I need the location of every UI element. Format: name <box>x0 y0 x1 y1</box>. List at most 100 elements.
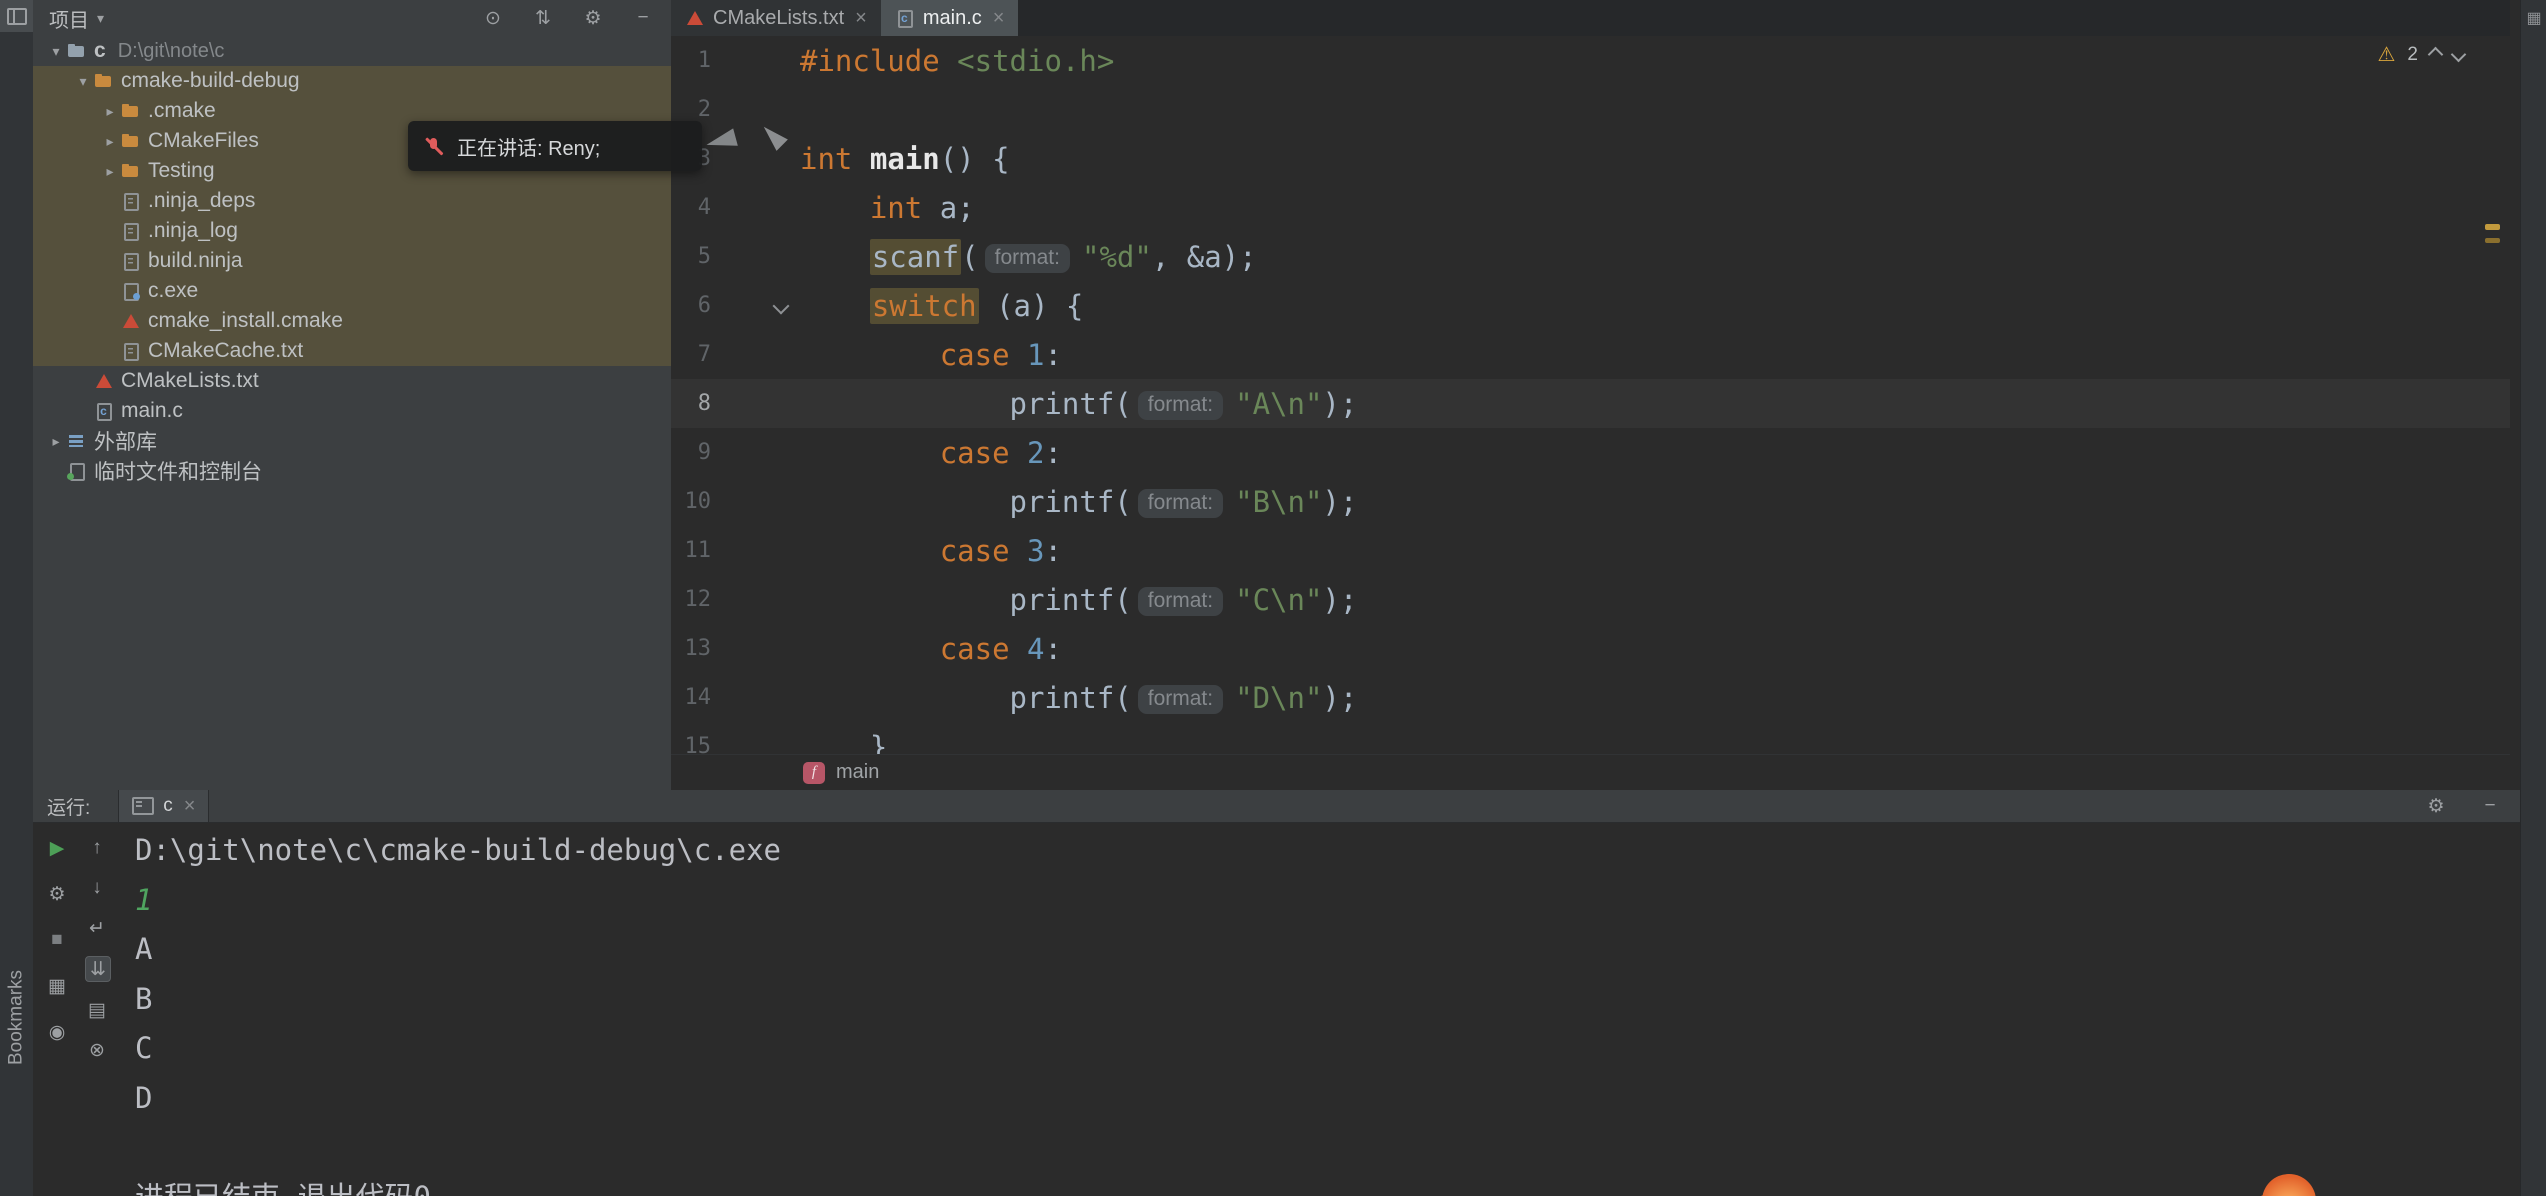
code-token: "D\n" <box>1235 681 1322 715</box>
tree-item[interactable]: build.ninja <box>33 246 671 276</box>
editor-region: CMakeLists.txt × c main.c × ⚠ 2 1#includ… <box>671 0 2510 790</box>
close-icon[interactable]: × <box>184 795 196 818</box>
line-number[interactable]: 15 <box>671 734 795 755</box>
code-line[interactable]: 8 printf(format:"A\n"); <box>671 379 2510 428</box>
file-icon <box>121 342 140 360</box>
microphone-muted-icon <box>424 136 444 156</box>
line-number[interactable]: 7 <box>671 342 795 367</box>
code-line[interactable]: 14 printf(format:"D\n"); <box>671 673 2510 722</box>
line-number[interactable]: 11 <box>671 538 795 563</box>
line-number[interactable]: 13 <box>671 636 795 661</box>
line-number[interactable]: 10 <box>671 489 795 514</box>
line-number[interactable]: 9 <box>671 440 795 465</box>
fold-marker-icon[interactable] <box>775 300 787 312</box>
code-line[interactable]: 1#include <stdio.h> <box>671 36 2510 85</box>
code-token: a; <box>922 191 974 225</box>
code-line[interactable]: 13 case 4: <box>671 624 2510 673</box>
close-icon[interactable]: × <box>855 7 867 30</box>
console-toolbar: ↑ ↓ ↵ ⇊ ▤ ⊗ <box>85 836 111 1062</box>
code-line-text: switch (a) { <box>795 289 1083 323</box>
clear-all-button[interactable]: ⊗ <box>85 1038 109 1062</box>
code-line[interactable]: 9 case 2: <box>671 428 2510 477</box>
inlay-hint: format: <box>1138 489 1223 517</box>
tree-item[interactable]: .ninja_log <box>33 216 671 246</box>
code-line[interactable]: 3int main() { <box>671 134 2510 183</box>
project-panel-title[interactable]: 项目 <box>49 4 89 33</box>
tree-item[interactable]: cmake_install.cmake <box>33 306 671 336</box>
line-number[interactable]: 12 <box>671 587 795 612</box>
cmake-icon <box>121 312 140 330</box>
code-line[interactable]: 11 case 3: <box>671 526 2510 575</box>
close-icon[interactable]: × <box>993 7 1005 30</box>
tree-item[interactable]: CMakeCache.txt <box>33 336 671 366</box>
code-token: case <box>940 632 1010 666</box>
locate-file-button[interactable]: ⊙ <box>481 6 505 30</box>
chevron-expanded-icon[interactable]: ▾ <box>45 43 67 60</box>
print-button[interactable]: ▤ <box>85 998 109 1022</box>
code-line-text: printf(format:"C\n"); <box>795 583 1357 617</box>
line-number[interactable]: 8 <box>671 391 795 416</box>
code-line[interactable]: 2 <box>671 85 2510 134</box>
project-tool-button[interactable] <box>0 0 33 32</box>
tree-item[interactable]: cmain.c <box>33 396 671 426</box>
code-line[interactable]: 4 int a; <box>671 183 2510 232</box>
code-line[interactable]: 7 case 1: <box>671 330 2510 379</box>
line-number[interactable]: 4 <box>671 195 795 220</box>
tree-item[interactable]: .ninja_deps <box>33 186 671 216</box>
code-token: "B\n" <box>1235 485 1322 519</box>
code-token: 4 <box>1027 632 1044 666</box>
soft-wrap-button[interactable]: ↵ <box>85 916 109 940</box>
tab-cmakelists-txt[interactable]: CMakeLists.txt × <box>671 0 881 36</box>
hide-panel-button[interactable]: − <box>2478 794 2502 818</box>
settings-button[interactable]: ⚙ <box>581 6 605 30</box>
expand-collapse-button[interactable]: ⇅ <box>531 6 555 30</box>
pin-tab-button[interactable]: ◉ <box>45 1020 69 1044</box>
scroll-to-end-button[interactable]: ⇊ <box>85 956 111 982</box>
code-token: ( <box>1114 583 1131 617</box>
chevron-expanded-icon[interactable]: ▾ <box>72 73 94 90</box>
code-line[interactable]: 15 } <box>671 722 2510 755</box>
scroll-up-button[interactable]: ↑ <box>85 836 109 860</box>
settings-button[interactable]: ⚙ <box>2424 794 2448 818</box>
tree-item[interactable]: ▸外部库 <box>33 426 671 456</box>
line-number[interactable]: 2 <box>671 97 795 122</box>
run-tab-c[interactable]: c × <box>118 790 209 822</box>
code-line[interactable]: 12 printf(format:"C\n"); <box>671 575 2510 624</box>
code-token: : <box>1044 436 1061 470</box>
chevron-collapsed-icon[interactable]: ▸ <box>45 433 67 450</box>
bookmarks-tool-button[interactable]: Bookmarks <box>0 950 33 1085</box>
code-line[interactable]: 6 switch (a) { <box>671 281 2510 330</box>
chevron-collapsed-icon[interactable]: ▸ <box>99 103 121 120</box>
scroll-down-button[interactable]: ↓ <box>85 876 109 900</box>
line-number[interactable]: 14 <box>671 685 795 710</box>
code-token: ); <box>1322 681 1357 715</box>
chevron-collapsed-icon[interactable]: ▸ <box>99 133 121 150</box>
run-panel-body: ▶ ⚙ ■ ▦ ◉ ↑ ↓ ↵ ⇊ ▤ ⊗ D:\git\note\c\cmake-build-d… <box>33 822 2520 1196</box>
tab-main-c[interactable]: c main.c × <box>881 0 1019 36</box>
scrollbar-warning-mark[interactable] <box>2485 224 2500 230</box>
edit-configuration-button[interactable]: ⚙ <box>45 882 69 906</box>
tree-item[interactable]: ▾cmake-build-debug <box>33 66 671 96</box>
tree-item[interactable]: ▾cD:\git\note\c <box>33 36 671 66</box>
restore-layout-button[interactable]: ▦ <box>45 974 69 998</box>
folder-root-icon <box>67 42 86 60</box>
code-editor[interactable]: 1#include <stdio.h>23int main() {4 int a… <box>671 36 2510 755</box>
hide-panel-button[interactable]: − <box>631 6 655 30</box>
line-number[interactable]: 1 <box>671 48 795 73</box>
tree-item[interactable]: 临时文件和控制台 <box>33 456 671 486</box>
breadcrumb-item[interactable]: main <box>836 761 879 784</box>
code-line[interactable]: 10 printf(format:"B\n"); <box>671 477 2510 526</box>
stop-button[interactable]: ■ <box>45 928 69 952</box>
code-line-text: int a; <box>795 191 975 225</box>
chevron-collapsed-icon[interactable]: ▸ <box>99 163 121 180</box>
code-line[interactable]: 5 scanf(format:"%d", &a); <box>671 232 2510 281</box>
tree-item[interactable]: CMakeLists.txt <box>33 366 671 396</box>
rerun-button[interactable]: ▶ <box>45 836 69 860</box>
voice-chat-overlay[interactable]: 正在讲话: Reny; <box>408 121 702 171</box>
code-token: : <box>1044 632 1061 666</box>
scrollbar-warning-mark[interactable] <box>2485 238 2500 243</box>
layout-grid-icon[interactable]: ▦ <box>2521 8 2546 28</box>
console-output[interactable]: D:\git\note\c\cmake-build-debug\c.exe1AB… <box>135 822 2500 1196</box>
line-number[interactable]: 5 <box>671 244 795 269</box>
tree-item[interactable]: c.exe <box>33 276 671 306</box>
